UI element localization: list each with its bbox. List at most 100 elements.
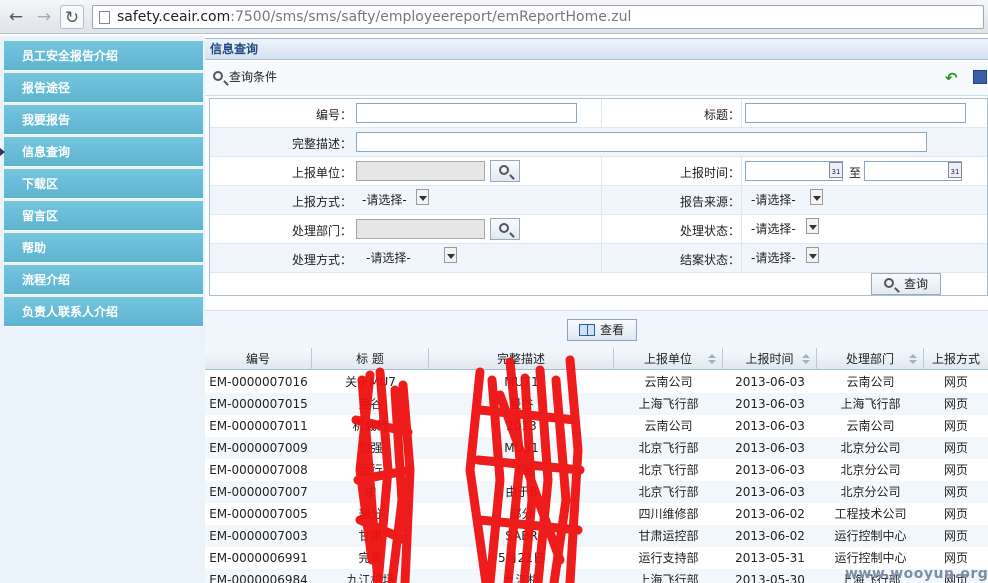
cell-unit: 北京飞行部 — [638, 441, 699, 455]
table-row[interactable]: EM-0000007005 部分 部分 四川维修部 2013-06-02 工程技术公司 网页 — [205, 503, 988, 525]
sidebar-item-process[interactable]: 流程介绍 — [4, 265, 203, 295]
table-row[interactable]: EM-0000007016 关于MU7 MU71 云南公司 2013-06-03 云南公司… — [205, 371, 988, 393]
report-unit-input[interactable] — [356, 161, 485, 181]
handling-status-label: 处理状态： — [679, 224, 740, 238]
table-row[interactable]: EM-0000007009 加强 MU51 北京飞行部 2013-06-03 北京分公司 网… — [205, 437, 988, 459]
report-time-label: 上报时间： — [679, 166, 740, 180]
chevron-down-icon[interactable] — [806, 218, 819, 234]
view-button[interactable]: 查看 — [567, 319, 637, 341]
table-row[interactable]: EM-0000007007 加 由于B 北京飞行部 2013-06-03 北京分公司 网页 — [205, 481, 988, 503]
handling-method-select[interactable]: -请选择- — [362, 248, 442, 268]
calendar-icon[interactable]: 31 — [948, 162, 962, 178]
cell-date: 2013-06-03 — [735, 375, 805, 389]
cell-id: EM-0000007008 — [209, 463, 308, 477]
column-header-dept[interactable]: 处理部门 — [817, 348, 924, 370]
cell-dept: 云南公司 — [846, 375, 895, 389]
sidebar-item-help[interactable]: 帮助 — [4, 233, 203, 263]
url-text: safety.ceair.com:7500/sms/sms/safty/empl… — [117, 9, 632, 25]
title-input[interactable] — [745, 103, 966, 123]
handling-dept-input[interactable] — [356, 219, 485, 239]
cell-title: 关于MU7 — [345, 375, 396, 389]
cell-method: 网页 — [943, 375, 968, 389]
sort-icon[interactable] — [802, 354, 810, 364]
report-source-select[interactable]: -请选择- — [747, 190, 819, 210]
divider — [741, 186, 742, 215]
cell-description: 九江机 — [503, 573, 540, 583]
column-header-description[interactable]: 完整描述 — [429, 348, 614, 370]
cell-title: 加强 — [358, 441, 383, 455]
description-input[interactable] — [356, 132, 927, 152]
query-conditions-label: 查询条件 — [229, 70, 278, 84]
form-row: 编号： 标题： — [210, 99, 987, 128]
cell-dept: 工程技术公司 — [834, 507, 907, 521]
search-icon — [499, 223, 509, 233]
cell-id: EM-0000006991 — [209, 551, 308, 565]
cell-unit: 北京飞行部 — [638, 485, 699, 499]
sidebar-item-channels[interactable]: 报告途径 — [4, 73, 203, 103]
cell-description: 《运 — [509, 463, 534, 477]
sort-icon[interactable] — [909, 354, 917, 364]
sidebar-item-report[interactable]: 我要报告 — [4, 105, 203, 135]
table-row[interactable]: EM-0000007011 机载检 2013 云南公司 2013-06-03 云南公司 网页 — [205, 415, 988, 437]
cell-title: 加 — [364, 485, 377, 499]
cell-id: EM-0000007007 — [209, 485, 308, 499]
column-header-time[interactable]: 上报时间 — [723, 348, 817, 370]
search-icon — [884, 278, 894, 288]
address-bar[interactable]: safety.ceair.com:7500/sms/sms/safty/empl… — [92, 5, 984, 29]
page-icon — [99, 11, 110, 24]
sidebar-item-contacts[interactable]: 负责人联系人介绍 — [4, 297, 203, 327]
chevron-down-icon[interactable] — [416, 189, 429, 205]
column-header-title[interactable]: 标 题 — [312, 348, 429, 370]
calendar-icon[interactable]: 31 — [829, 162, 843, 178]
table-row[interactable]: EM-0000007008 运行 《运 北京飞行部 2013-06-03 北京分公司 网页 — [205, 459, 988, 481]
sidebar-item-intro[interactable]: 员工安全报告介绍 — [4, 41, 203, 71]
forward-arrow-icon[interactable]: → — [32, 5, 56, 29]
cell-dept: 北京分公司 — [840, 441, 901, 455]
divider — [601, 186, 602, 215]
cell-date: 2013-06-02 — [735, 507, 805, 521]
description-label: 完整描述： — [291, 137, 352, 151]
sidebar-item-downloads[interactable]: 下载区 — [4, 169, 203, 199]
cell-method: 网页 — [943, 397, 968, 411]
divider — [741, 244, 742, 273]
form-row: 上报方式： -请选择- 报告来源： -请选择- — [210, 186, 987, 215]
divider — [601, 157, 602, 186]
back-arrow-icon[interactable]: ← — [4, 5, 28, 29]
query-form: 编号： 标题： 完整描述： 上报单位： 上报时间： 31 至 31 上报方式： … — [209, 98, 988, 296]
column-header-unit[interactable]: 上报单位 — [614, 348, 723, 370]
divider — [601, 99, 602, 128]
watermark: www.wooyun.org — [845, 566, 988, 582]
cell-dept: 北京分公司 — [840, 463, 901, 477]
form-row: 上报单位： 上报时间： 31 至 31 — [210, 157, 987, 186]
chevron-down-icon[interactable] — [806, 247, 819, 263]
report-unit-lookup-button[interactable] — [490, 160, 520, 182]
sidebar-item-messages[interactable]: 留言区 — [4, 201, 203, 231]
column-header-id[interactable]: 编号 — [205, 348, 312, 370]
cell-method: 网页 — [943, 529, 968, 543]
chevron-down-icon[interactable] — [444, 247, 457, 263]
reset-icon[interactable]: ↶ — [945, 69, 958, 87]
page-title: 信息查询 — [205, 38, 988, 60]
chevron-down-icon[interactable] — [810, 189, 823, 205]
sidebar-item-query[interactable]: 信息查询 — [0, 137, 203, 167]
save-icon[interactable] — [973, 70, 987, 84]
table-row[interactable]: EM-0000007015 曼谷 曼谷 上海飞行部 2013-06-03 上海飞行部 网页 — [205, 393, 988, 415]
cell-method: 网页 — [943, 507, 968, 521]
query-button[interactable]: 查询 — [871, 273, 941, 295]
table-row[interactable]: EM-0000007003 甘肃 SABR 甘肃运控部 2013-06-02 运行控制中心… — [205, 525, 988, 547]
handling-dept-lookup-button[interactable] — [490, 218, 520, 240]
cell-title: 机载检 — [352, 419, 389, 433]
cell-description: 曼谷 — [509, 397, 534, 411]
sort-icon[interactable] — [708, 354, 716, 364]
reload-icon[interactable]: ↻ — [60, 5, 84, 29]
report-source-label: 报告来源： — [679, 195, 740, 209]
number-input[interactable] — [356, 103, 577, 123]
cell-date: 2013-06-03 — [735, 419, 805, 433]
cell-description: 2013 — [506, 419, 537, 433]
cell-unit: 上海飞行部 — [638, 397, 699, 411]
cell-unit: 运行支持部 — [638, 551, 699, 565]
closing-status-label: 结案状态： — [679, 253, 740, 267]
cell-description: 5月21日 — [498, 551, 545, 565]
search-icon — [499, 165, 509, 175]
column-header-method[interactable]: 上报方式 — [924, 348, 988, 370]
